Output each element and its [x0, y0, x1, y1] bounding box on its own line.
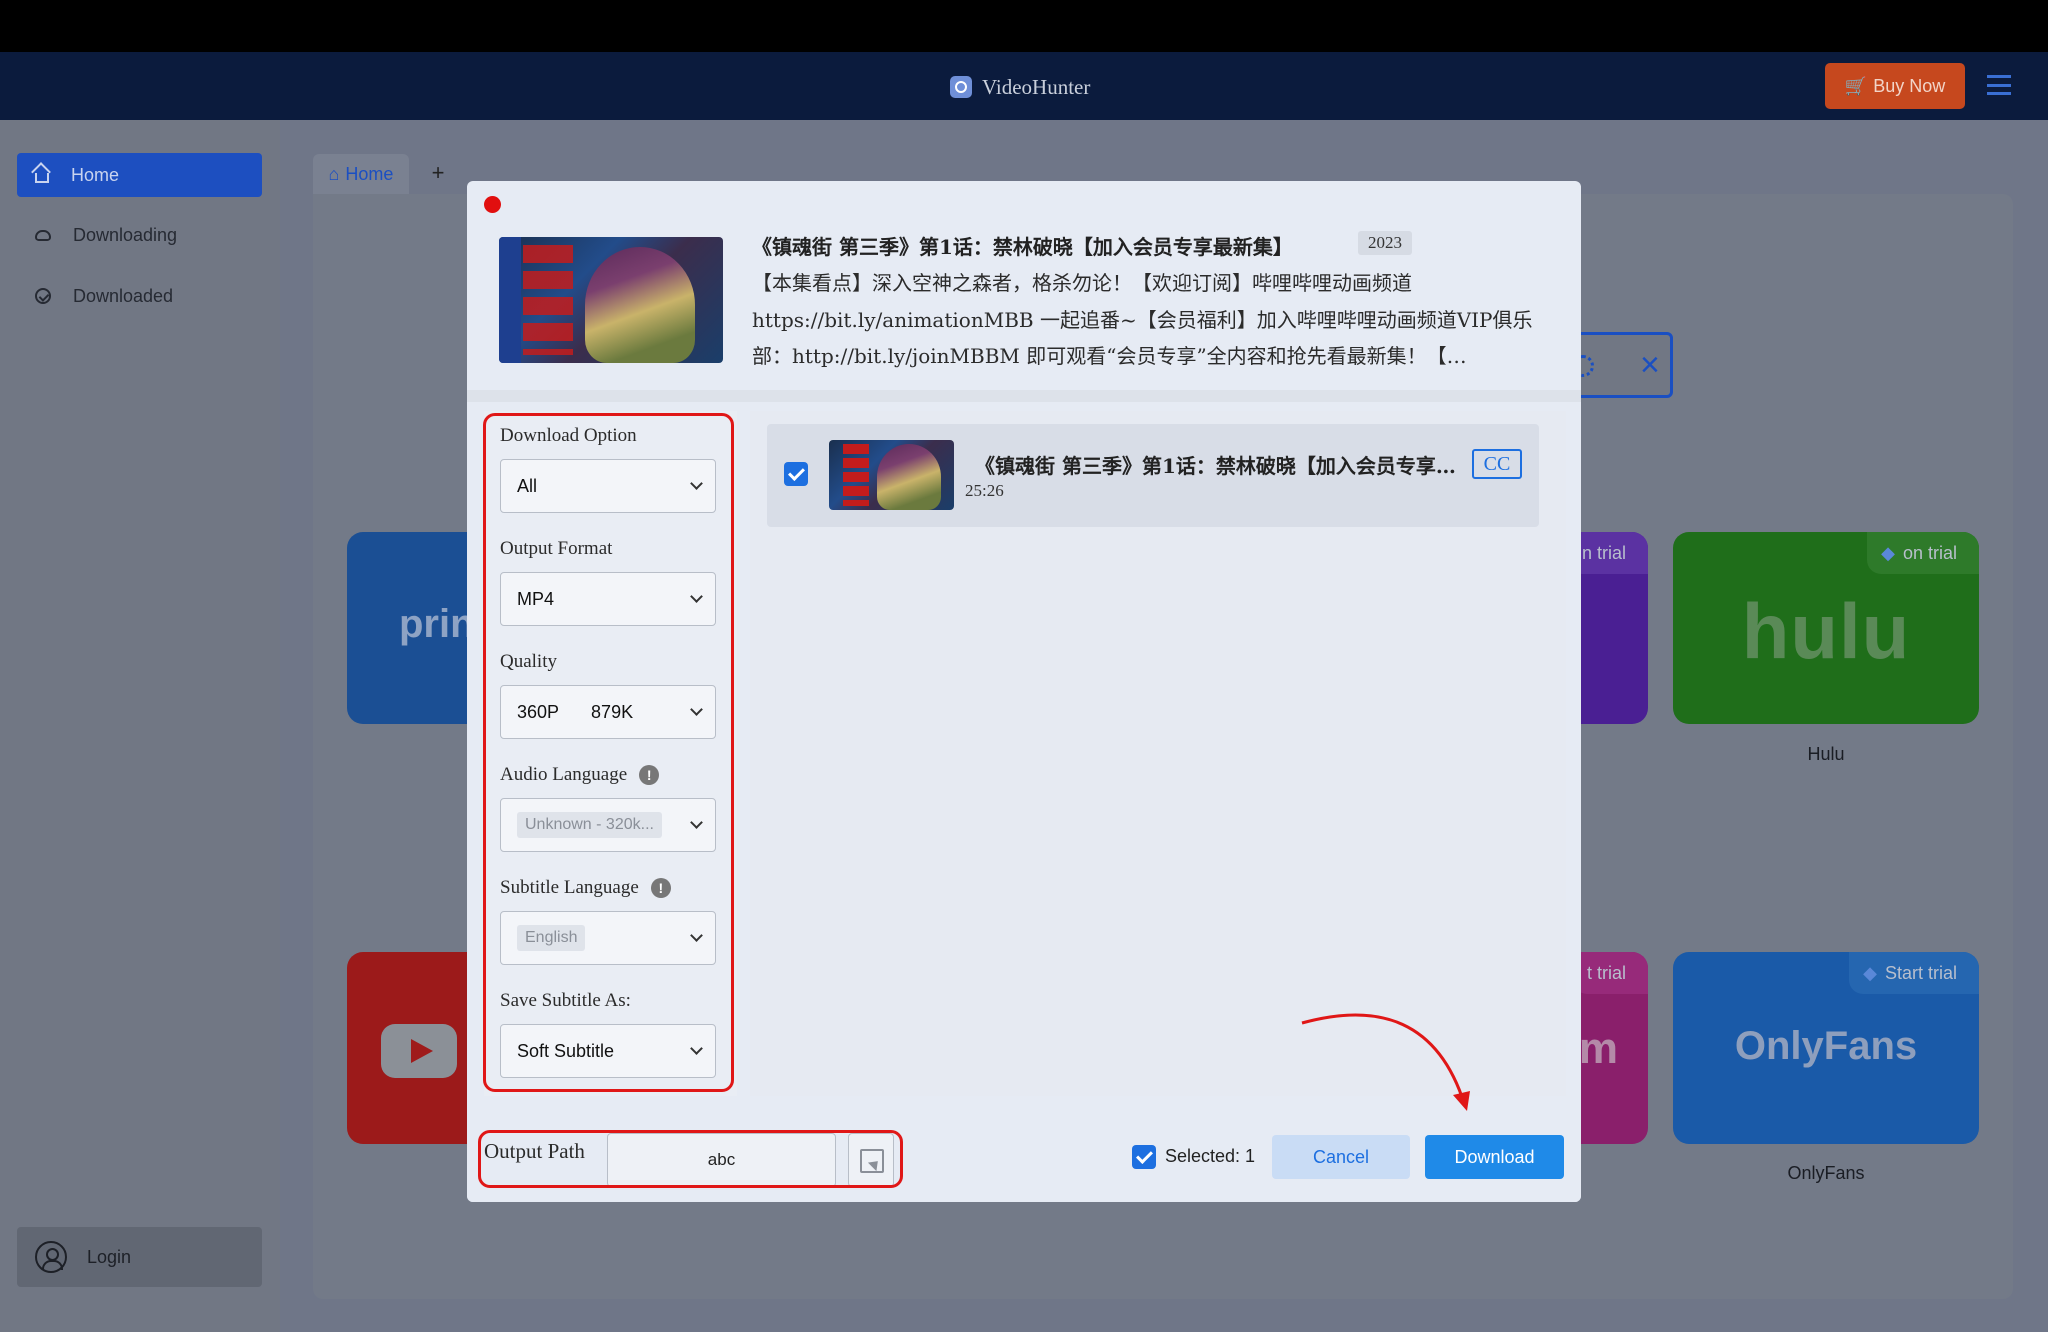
- video-title: 《镇魂街 第三季》第1话：禁林破晓【加入会员专享最新集】: [752, 235, 1293, 259]
- diamond-icon: ◆: [1881, 542, 1895, 563]
- diamond-icon: ◆: [1863, 962, 1877, 983]
- trial-badge-label: Start trial: [1884, 962, 1957, 983]
- app-header: VideoHunter 🛒 Buy Now: [0, 52, 2048, 120]
- trial-badge-label: on trial: [1902, 542, 1957, 563]
- header-divider: [467, 390, 1581, 402]
- sidebar-item-home[interactable]: Home: [17, 153, 262, 197]
- download-button[interactable]: Download: [1425, 1135, 1564, 1179]
- highlight-box-output-path: [478, 1130, 903, 1188]
- login-label: Login: [87, 1246, 132, 1267]
- onlyfans-logo: OnlyFans: [1734, 1024, 1918, 1068]
- tab-home-label: Home: [345, 163, 394, 184]
- sidebar-item-downloaded[interactable]: Downloaded: [17, 274, 262, 318]
- sidebar-item-label: Home: [71, 164, 120, 185]
- amazon-logo: prin: [399, 602, 475, 646]
- video-thumbnail: [499, 237, 723, 363]
- trial-badge: ◆ Start trial: [1849, 952, 1979, 994]
- sidebar: Home Downloading Downloaded: [0, 120, 280, 1332]
- select-all-checkbox[interactable]: [1132, 1145, 1156, 1169]
- app-title-text: VideoHunter: [982, 74, 1091, 99]
- check-circle-icon: [35, 288, 51, 304]
- highlight-box-options: [483, 413, 734, 1092]
- video-description: 【本集看点】深入空神之森者，格杀勿论！【欢迎订阅】哔哩哔哩动画频道 https:…: [752, 271, 1533, 368]
- sidebar-item-label: Downloaded: [73, 285, 174, 306]
- year-badge: 2023: [1358, 231, 1412, 255]
- buy-now-button[interactable]: 🛒 Buy Now: [1825, 63, 1965, 109]
- selected-count: Selected: 1: [1165, 1146, 1256, 1166]
- item-title: 《镇魂街 第三季》第1话：禁林破晓【加入会员专享最新集】: [975, 454, 1465, 478]
- cloud-download-icon: [35, 229, 51, 241]
- app-logo-icon: [950, 76, 972, 98]
- top-black-bar: [0, 0, 2048, 52]
- cc-subtitle-badge[interactable]: CC: [1472, 449, 1522, 479]
- home-icon: ⌂: [328, 163, 340, 184]
- cart-icon: 🛒: [1844, 75, 1868, 96]
- sidebar-item-downloading[interactable]: Downloading: [17, 213, 262, 257]
- youtube-play-icon: [381, 1024, 457, 1078]
- service-tile-onlyfans[interactable]: ◆ Start trial OnlyFans: [1673, 952, 1979, 1144]
- add-tab-button[interactable]: +: [425, 160, 451, 186]
- hulu-logo: hulu: [1741, 587, 1911, 675]
- service-caption-hulu: Hulu: [1807, 744, 1845, 764]
- item-duration: 25:26: [965, 481, 1004, 500]
- service-tile-hulu[interactable]: ◆ on trial hulu: [1673, 532, 1979, 724]
- item-checkbox[interactable]: [784, 462, 808, 486]
- trial-badge: ◆ on trial: [1867, 532, 1979, 574]
- service-caption-onlyfans: OnlyFans: [1787, 1163, 1865, 1183]
- tab-home[interactable]: ⌂ Home: [313, 154, 409, 194]
- home-icon: [35, 172, 49, 183]
- close-dot-button[interactable]: [484, 196, 501, 213]
- trial-badge: t trial: [1572, 952, 1648, 994]
- user-icon: [35, 1241, 67, 1273]
- app-title: VideoHunter: [950, 72, 1090, 102]
- hamburger-menu-icon[interactable]: [1987, 75, 2011, 95]
- annotation-arrow-icon: [1301, 1013, 1470, 1111]
- list-item[interactable]: 《镇魂街 第三季》第1话：禁林破晓【加入会员专享最新集】 25:26 CC: [767, 424, 1539, 527]
- sidebar-item-label: Downloading: [73, 224, 178, 245]
- close-icon[interactable]: ×: [1640, 345, 1660, 385]
- item-thumbnail: [829, 440, 954, 510]
- buy-now-label: Buy Now: [1873, 75, 1946, 96]
- login-button[interactable]: Login: [17, 1227, 262, 1287]
- cancel-button[interactable]: Cancel: [1272, 1135, 1410, 1179]
